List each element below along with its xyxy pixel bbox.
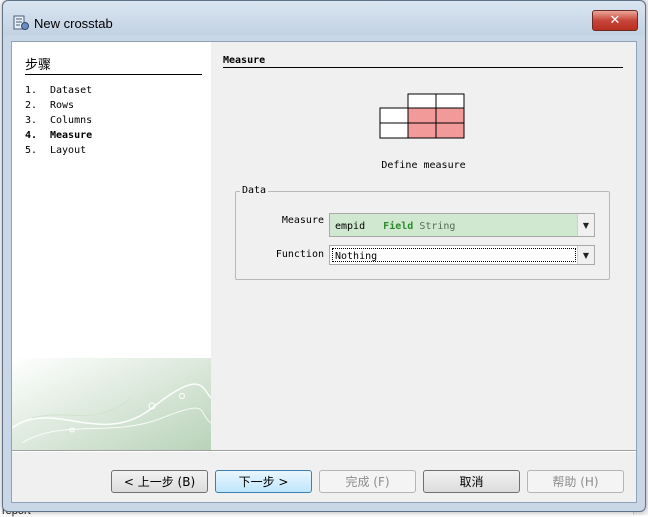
step-item-layout[interactable]: 5. Layout bbox=[25, 143, 92, 158]
measure-field-type: String bbox=[419, 221, 456, 232]
measure-field-name: empid bbox=[335, 221, 366, 232]
measure-field-keyword: Field bbox=[383, 221, 414, 232]
step-label: Rows bbox=[50, 100, 75, 111]
function-label: Function bbox=[275, 249, 324, 260]
function-select[interactable]: Nothing ▼ bbox=[329, 245, 595, 265]
step-number: 3. bbox=[25, 115, 38, 126]
step-item-dataset[interactable]: 1. Dataset bbox=[25, 83, 92, 98]
steps-list: 1. Dataset 2. Rows 3. Columns 4. Measure 5. L… bbox=[25, 83, 92, 158]
step-label: Layout bbox=[50, 145, 87, 156]
data-group-box: Data Measure empid Field String ▼ Functi… bbox=[235, 185, 610, 280]
window-title: New crosstab bbox=[34, 16, 113, 31]
steps-panel: 步骤 1. Dataset 2. Rows 3. Columns 4. Measure … bbox=[12, 42, 211, 450]
new-crosstab-dialog: New crosstab ✕ 步骤 1. Dataset 2. Rows 3. Col… bbox=[2, 0, 646, 512]
measure-label: Measure bbox=[281, 215, 324, 226]
data-group-label: Data bbox=[240, 185, 269, 196]
back-button[interactable]: < 上一步 (B) bbox=[111, 470, 208, 493]
step-number: 2. bbox=[25, 100, 38, 111]
measure-page: Measure Define measure Data Measure empi… bbox=[211, 42, 636, 450]
finish-button[interactable]: 完成 (F) bbox=[319, 470, 416, 493]
crosstab-grid-icon bbox=[379, 93, 465, 139]
step-item-columns[interactable]: 3. Columns bbox=[25, 113, 92, 128]
step-item-rows[interactable]: 2. Rows bbox=[25, 98, 92, 113]
cancel-button[interactable]: 取消 bbox=[423, 470, 520, 493]
dialog-client-area: 步骤 1. Dataset 2. Rows 3. Columns 4. Measure … bbox=[11, 41, 637, 503]
close-button[interactable]: ✕ bbox=[592, 10, 638, 31]
next-button[interactable]: 下一步 > bbox=[215, 470, 312, 493]
chevron-down-icon[interactable]: ▼ bbox=[577, 246, 594, 264]
measure-select[interactable]: empid Field String ▼ bbox=[329, 213, 595, 237]
illustration-caption: Define measure bbox=[381, 160, 466, 171]
step-label: Measure bbox=[50, 130, 93, 141]
step-number: 1. bbox=[25, 85, 38, 96]
decorative-swirl-graphic bbox=[12, 358, 211, 450]
help-button[interactable]: 帮助 (H) bbox=[527, 470, 624, 493]
title-bar: New crosstab ✕ bbox=[3, 1, 645, 35]
function-value: Nothing bbox=[335, 251, 378, 262]
step-number: 5. bbox=[25, 145, 38, 156]
step-label: Dataset bbox=[50, 85, 93, 96]
step-item-measure[interactable]: 4. Measure bbox=[25, 128, 92, 143]
crosstab-app-icon bbox=[13, 15, 29, 30]
button-bar-divider bbox=[12, 450, 636, 452]
close-icon: ✕ bbox=[609, 13, 621, 28]
step-number: 4. bbox=[25, 130, 38, 141]
steps-heading: 步骤 bbox=[25, 54, 202, 75]
measure-value: empid Field String bbox=[335, 221, 455, 232]
step-label: Columns bbox=[50, 115, 93, 126]
chevron-down-icon[interactable]: ▼ bbox=[577, 214, 594, 236]
page-title: Measure bbox=[223, 55, 623, 68]
